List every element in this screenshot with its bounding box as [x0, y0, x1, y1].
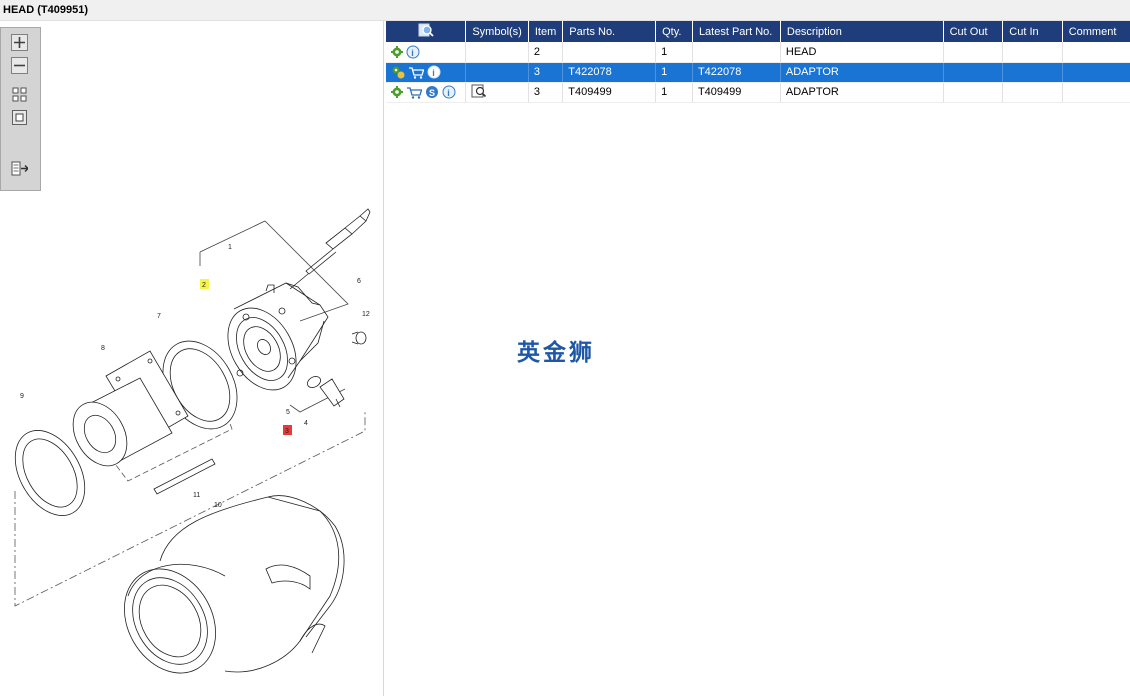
table-row-selected[interactable]: i 3 T422078 1 T422078 ADAPTOR: [386, 62, 1130, 83]
item-cell: 3: [528, 62, 564, 83]
svg-text:i: i: [432, 68, 435, 78]
row-icons-cell: S i: [386, 82, 467, 103]
column-header-description[interactable]: Description: [780, 21, 944, 42]
latest-part-no-cell: T422078: [692, 62, 781, 83]
info-icon[interactable]: i: [427, 65, 441, 79]
magnify-doc-icon: [418, 23, 434, 37]
info-icon[interactable]: i: [406, 45, 420, 59]
cut-in-cell: [1002, 62, 1063, 83]
callout-3: 3: [285, 428, 289, 435]
callout-1: 1: [228, 244, 232, 251]
cut-out-cell: [943, 62, 1004, 83]
s-icon[interactable]: S: [425, 85, 439, 99]
parts-no-cell: [562, 42, 657, 63]
svg-text:i: i: [411, 48, 414, 58]
parts-list-pane: Symbol(s) Item Parts No. Qty. Latest Par…: [386, 21, 1130, 696]
cut-in-cell: [1002, 42, 1063, 63]
symbol-cell: [465, 82, 529, 103]
cart-icon[interactable]: [406, 86, 422, 99]
cut-in-cell: [1002, 82, 1063, 103]
row-icons-cell: i: [386, 42, 467, 63]
column-header-parts-no[interactable]: Parts No.: [562, 21, 657, 42]
latest-part-no-cell: T409499: [692, 82, 781, 103]
comment-cell: [1062, 82, 1130, 103]
symbol-cell: [465, 42, 529, 63]
description-cell: HEAD: [780, 42, 944, 63]
parts-table: Symbol(s) Item Parts No. Qty. Latest Par…: [386, 21, 1130, 103]
qty-cell: 1: [655, 82, 693, 103]
callout-9: 9: [20, 393, 24, 400]
svg-text:i: i: [447, 88, 450, 98]
row-icons-cell: i: [386, 62, 467, 83]
latest-part-no-cell: [692, 42, 781, 63]
callout-5: 5: [286, 409, 290, 416]
callout-2: 2: [202, 282, 206, 289]
callout-6: 6: [357, 278, 361, 285]
cut-out-cell: [943, 82, 1004, 103]
symbol-cell: [465, 62, 529, 83]
table-row[interactable]: i 2 1 HEAD: [386, 42, 1130, 63]
parts-no-cell: T409499: [562, 82, 657, 103]
callout-11: 11: [193, 492, 200, 499]
column-header-qty[interactable]: Qty.: [655, 21, 693, 42]
column-header-item[interactable]: Item: [528, 21, 564, 42]
comment-cell: [1062, 62, 1130, 83]
gear-icon[interactable]: [391, 86, 403, 98]
parts-no-cell: T422078: [562, 62, 657, 83]
table-row[interactable]: S i 3 T409499 1 T409499 ADAPTOR: [386, 82, 1130, 103]
column-header-symbols[interactable]: Symbol(s): [465, 21, 529, 42]
comment-cell: [1062, 42, 1130, 63]
column-header-cut-in[interactable]: Cut In: [1002, 21, 1063, 42]
callout-7: 7: [157, 313, 161, 320]
cut-out-cell: [943, 42, 1004, 63]
illustration-pane[interactable]: 1 2 3 4 5 6 7 8 9 10 11 12: [0, 21, 384, 696]
window-title: HEAD (T409951): [3, 4, 88, 16]
info-icon[interactable]: i: [442, 85, 456, 99]
qty-cell: 1: [655, 42, 693, 63]
description-cell: ADAPTOR: [780, 62, 944, 83]
watermark-text: 英金狮: [517, 340, 595, 366]
column-header-search[interactable]: [386, 21, 467, 42]
magnify-doc-icon[interactable]: [471, 84, 487, 98]
svg-text:S: S: [429, 88, 435, 98]
callout-4: 4: [304, 420, 308, 427]
column-header-comment[interactable]: Comment: [1062, 21, 1130, 42]
table-header-row: Symbol(s) Item Parts No. Qty. Latest Par…: [386, 21, 1130, 42]
window-title-bar: HEAD (T409951): [0, 0, 1130, 21]
column-header-cut-out[interactable]: Cut Out: [943, 21, 1004, 42]
item-cell: 2: [528, 42, 564, 63]
exploded-parts-diagram: 1 2 3 4 5 6 7 8 9 10 11 12: [14, 208, 371, 674]
qty-cell: 1: [655, 62, 693, 83]
gear-selected-icon[interactable]: [391, 65, 405, 79]
description-cell: ADAPTOR: [780, 82, 944, 103]
callout-12: 12: [362, 311, 370, 318]
gear-icon[interactable]: [391, 45, 403, 58]
column-header-latest-part-no[interactable]: Latest Part No.: [692, 21, 781, 42]
item-cell: 3: [528, 82, 564, 103]
cart-icon[interactable]: [408, 66, 424, 79]
callout-8: 8: [101, 345, 105, 352]
callout-10: 10: [214, 502, 222, 509]
